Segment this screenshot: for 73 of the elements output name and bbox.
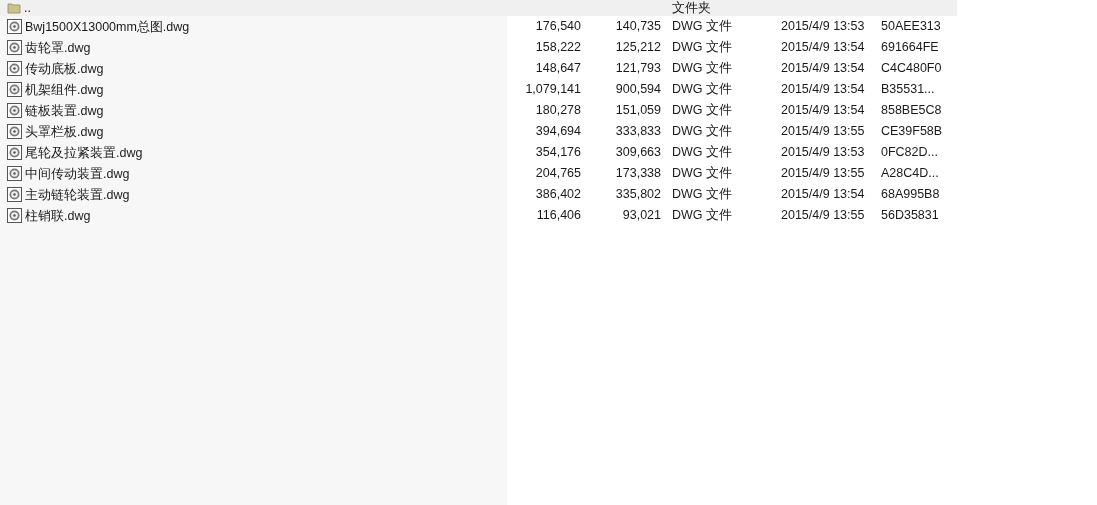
- modified-cell: 2015/4/9 13:55: [781, 208, 865, 223]
- type-cell: DWG 文件: [672, 103, 733, 118]
- disc-file-icon: [7, 40, 22, 55]
- packed-size-cell: 333,833: [615, 124, 661, 139]
- disc-file-icon: [7, 145, 22, 160]
- disc-file-icon: [7, 124, 22, 139]
- disc-file-icon: [7, 82, 22, 97]
- packed-size-cell: 173,338: [615, 166, 661, 181]
- file-name[interactable]: ..: [24, 1, 31, 15]
- type-cell: DWG 文件: [672, 19, 733, 34]
- disc-file-icon: [7, 187, 22, 202]
- modified-cell: 2015/4/9 13:54: [781, 103, 865, 118]
- size-cell: 1,079,141: [525, 82, 581, 97]
- disc-file-icon: [7, 61, 22, 76]
- file-name[interactable]: 链板装置.dwg: [25, 103, 104, 118]
- modified-cell: 2015/4/9 13:53: [781, 19, 865, 34]
- modified-cell: 2015/4/9 13:54: [781, 40, 865, 55]
- modified-cell: 2015/4/9 13:55: [781, 124, 865, 139]
- type-cell: DWG 文件: [672, 40, 733, 55]
- crc-cell: 691664FE: [881, 40, 939, 55]
- type-cell: DWG 文件: [672, 82, 733, 97]
- size-cell: 158,222: [535, 40, 581, 55]
- type-cell: DWG 文件: [672, 166, 733, 181]
- crc-cell: 68A995B8: [881, 187, 940, 202]
- packed-size-cell: 93,021: [622, 208, 661, 223]
- modified-cell: 2015/4/9 13:54: [781, 82, 865, 97]
- size-cell: 116,406: [536, 208, 581, 223]
- modified-cell: 2015/4/9 13:54: [781, 187, 865, 202]
- crc-cell: 50AEE313: [881, 19, 941, 34]
- modified-cell: 2015/4/9 13:54: [781, 61, 865, 76]
- size-cell: 148,647: [535, 61, 581, 76]
- file-name[interactable]: 传动底板.dwg: [25, 61, 104, 76]
- disc-file-icon: [7, 103, 22, 118]
- size-cell: 204,765: [535, 166, 581, 181]
- crc-cell: 56D35831: [881, 208, 939, 223]
- packed-size-cell: 900,594: [615, 82, 661, 97]
- packed-size-cell: 335,802: [615, 187, 661, 202]
- crc-cell: 858BE5C8: [881, 103, 942, 118]
- file-name[interactable]: 中间传动装置.dwg: [25, 166, 130, 181]
- packed-size-cell: 140,735: [615, 19, 661, 34]
- size-cell: 354,176: [535, 145, 581, 160]
- crc-cell: 0FC82D...: [881, 145, 938, 160]
- modified-cell: 2015/4/9 13:53: [781, 145, 865, 160]
- crc-cell: C4C480F0: [881, 61, 942, 76]
- disc-file-icon: [7, 208, 22, 223]
- folder-icon: [7, 2, 21, 14]
- file-name[interactable]: 齿轮罩.dwg: [25, 40, 91, 55]
- file-name[interactable]: 机架组件.dwg: [25, 82, 104, 97]
- size-cell: 176,540: [535, 19, 581, 34]
- type-cell: DWG 文件: [672, 61, 733, 76]
- type-cell: 文件夹: [672, 0, 711, 15]
- disc-file-icon: [7, 166, 22, 181]
- file-name[interactable]: 主动链轮装置.dwg: [25, 187, 130, 202]
- packed-size-cell: 309,663: [615, 145, 661, 160]
- file-name[interactable]: 尾轮及拉紧装置.dwg: [25, 145, 143, 160]
- type-cell: DWG 文件: [672, 145, 733, 160]
- crc-cell: A28C4D...: [881, 166, 939, 181]
- size-cell: 394,694: [535, 124, 581, 139]
- packed-size-cell: 125,212: [615, 40, 661, 55]
- type-cell: DWG 文件: [672, 187, 733, 202]
- packed-size-cell: 151,059: [615, 103, 661, 118]
- packed-size-cell: 121,793: [615, 61, 661, 76]
- disc-file-icon: [7, 19, 22, 34]
- file-name[interactable]: 头罩栏板.dwg: [25, 124, 104, 139]
- file-name[interactable]: 柱销联.dwg: [25, 208, 91, 223]
- modified-cell: 2015/4/9 13:55: [781, 166, 865, 181]
- size-cell: 180,278: [535, 103, 581, 118]
- type-cell: DWG 文件: [672, 124, 733, 139]
- crc-cell: CE39F58B: [881, 124, 943, 139]
- type-cell: DWG 文件: [672, 208, 733, 223]
- crc-cell: B35531...: [881, 82, 935, 97]
- file-name[interactable]: Bwj1500X13000mm总图.dwg: [25, 19, 190, 34]
- size-cell: 386,402: [535, 187, 581, 202]
